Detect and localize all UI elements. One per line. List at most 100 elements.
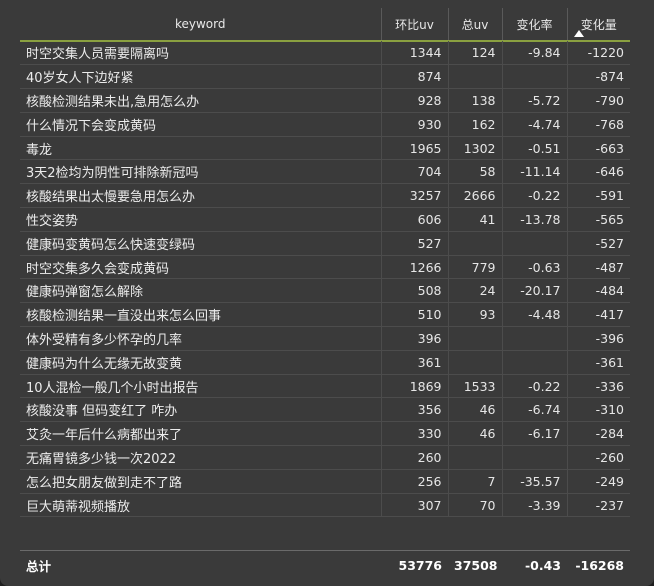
cell-keyword: 巨大萌蒂视频播放 xyxy=(20,493,381,518)
table-row[interactable]: 艾灸一年后什么病都出来了 330 46 -6.17 -284 xyxy=(20,421,630,447)
cell-rate: -0.51 xyxy=(501,136,567,161)
table-row[interactable]: 核酸检测结果一直没出来怎么回事 510 93 -4.48 -417 xyxy=(20,302,630,328)
table-row[interactable]: 健康码弹窗怎么解除 508 24 -20.17 -484 xyxy=(20,278,630,304)
cell-uv-prev: 1869 xyxy=(380,374,448,399)
table-row[interactable]: 性交姿势 606 41 -13.78 -565 xyxy=(20,207,630,232)
cell-uv-total xyxy=(447,64,502,90)
cell-uv-prev: 256 xyxy=(380,469,448,494)
sort-ascending-icon xyxy=(573,30,584,37)
table-row[interactable]: 无痛胃镜多少钱一次2022 260 -260 xyxy=(20,445,630,470)
cell-delta: -874 xyxy=(566,64,630,90)
table-row[interactable]: 巨大萌蒂视频播放 307 70 -3.39 -237 xyxy=(20,493,630,518)
column-header-uv-prev[interactable]: 环比uv xyxy=(380,8,448,42)
cell-uv-total: 779 xyxy=(447,255,502,280)
table-row[interactable]: 时空交集人员需要隔离吗 1344 124 -9.84 -1220 xyxy=(20,41,630,66)
table-row[interactable]: 体外受精有多少怀孕的几率 396 -396 xyxy=(20,326,630,351)
cell-rate: -0.22 xyxy=(501,374,567,399)
cell-rate: -0.22 xyxy=(501,183,567,209)
cell-delta: -249 xyxy=(566,469,630,494)
cell-uv-prev: 527 xyxy=(380,231,448,256)
cell-uv-total: 41 xyxy=(447,207,502,232)
table-row[interactable]: 40岁女人下边好紧 874 -874 xyxy=(20,64,630,90)
table-row[interactable]: 怎么把女朋友做到走不了路 256 7 -35.57 -249 xyxy=(20,469,630,494)
cell-keyword: 健康码弹窗怎么解除 xyxy=(20,278,381,304)
cell-uv-prev: 356 xyxy=(380,397,448,423)
cell-delta: -237 xyxy=(566,493,630,518)
cell-delta: -310 xyxy=(566,397,630,423)
cell-uv-prev: 606 xyxy=(380,207,448,232)
cell-uv-prev: 3257 xyxy=(380,183,448,209)
footer-delta: -16268 xyxy=(575,557,624,573)
column-header-rate[interactable]: 变化率 xyxy=(501,8,567,42)
cell-delta: -768 xyxy=(566,112,630,137)
cell-delta: -527 xyxy=(566,231,630,256)
cell-keyword: 健康码为什么无缘无故变黄 xyxy=(20,350,381,375)
cell-rate: -4.48 xyxy=(501,302,567,328)
cell-uv-prev: 704 xyxy=(380,159,448,185)
table-row[interactable]: 核酸检测结果未出,急用怎么办 928 138 -5.72 -790 xyxy=(20,88,630,113)
cell-rate: -3.39 xyxy=(501,493,567,518)
cell-delta: -646 xyxy=(566,159,630,185)
table-row[interactable]: 时空交集多久会变成黄码 1266 779 -0.63 -487 xyxy=(20,255,630,280)
cell-keyword: 核酸没事 但码变红了 咋办 xyxy=(20,397,381,423)
cell-uv-prev: 874 xyxy=(380,64,448,90)
cell-uv-prev: 1266 xyxy=(380,255,448,280)
cell-keyword: 性交姿势 xyxy=(20,207,381,232)
cell-delta: -663 xyxy=(566,136,630,161)
cell-delta: -487 xyxy=(566,255,630,280)
cell-rate: -4.74 xyxy=(501,112,567,137)
cell-keyword: 核酸检测结果未出,急用怎么办 xyxy=(20,88,381,113)
footer-uv-prev: 53776 xyxy=(398,557,443,573)
column-header-delta-label: 变化量 xyxy=(580,17,617,32)
cell-keyword: 无痛胃镜多少钱一次2022 xyxy=(20,445,381,470)
cell-uv-total: 124 xyxy=(447,41,502,66)
footer-uv-total: 37508 xyxy=(454,557,498,573)
cell-uv-prev: 396 xyxy=(380,326,448,351)
cell-uv-prev: 928 xyxy=(380,88,448,113)
cell-uv-total: 46 xyxy=(447,421,502,447)
cell-rate xyxy=(501,445,567,470)
table-body-scroll[interactable]: 时空交集人员需要隔离吗 1344 124 -9.84 -1220 40岁女人下边好紧 874… xyxy=(20,41,630,550)
table-row[interactable]: 毒龙 1965 1302 -0.51 -663 xyxy=(20,136,630,161)
table-row[interactable]: 10人混检一般几个小时出报告 1869 1533 -0.22 -336 xyxy=(20,374,630,399)
cell-rate: -9.84 xyxy=(501,41,567,66)
cell-keyword: 艾灸一年后什么病都出来了 xyxy=(20,421,381,447)
cell-keyword: 核酸结果出太慢要急用怎么办 xyxy=(20,183,381,209)
cell-keyword: 核酸检测结果一直没出来怎么回事 xyxy=(20,302,381,328)
table-row[interactable]: 什么情况下会变成黄码 930 162 -4.74 -768 xyxy=(20,112,630,137)
cell-uv-prev: 508 xyxy=(380,278,448,304)
cell-uv-prev: 510 xyxy=(380,302,448,328)
cell-uv-total xyxy=(447,326,502,351)
cell-uv-prev: 1344 xyxy=(380,41,448,66)
column-header-keyword[interactable]: keyword xyxy=(20,8,381,42)
cell-delta: -1220 xyxy=(566,41,630,66)
table-footer-total: 总计 53776 37508 -0.43 -16268 xyxy=(20,550,630,579)
cell-uv-total: 138 xyxy=(447,88,502,113)
cell-uv-total: 58 xyxy=(447,159,502,185)
table-header: keyword 环比uv 总uv 变化率 变化量 xyxy=(20,8,630,42)
cell-keyword: 什么情况下会变成黄码 xyxy=(20,112,381,137)
column-header-uv-total[interactable]: 总uv xyxy=(447,8,502,42)
table-row[interactable]: 核酸没事 但码变红了 咋办 356 46 -6.74 -310 xyxy=(20,397,630,423)
cell-uv-prev: 361 xyxy=(380,350,448,375)
table-row[interactable]: 健康码为什么无缘无故变黄 361 -361 xyxy=(20,350,630,375)
cell-delta: -284 xyxy=(566,421,630,447)
cell-keyword: 3天2检均为阴性可排除新冠吗 xyxy=(20,159,381,185)
cell-uv-prev: 260 xyxy=(380,445,448,470)
cell-delta: -336 xyxy=(566,374,630,399)
cell-uv-total: 7 xyxy=(447,469,502,494)
cell-uv-total: 1302 xyxy=(447,136,502,161)
data-table: 时空交集人员需要隔离吗 1344 124 -9.84 -1220 40岁女人下边好紧 874… xyxy=(20,41,630,518)
table-row[interactable]: 核酸结果出太慢要急用怎么办 3257 2666 -0.22 -591 xyxy=(20,183,630,209)
cell-keyword: 体外受精有多少怀孕的几率 xyxy=(20,326,381,351)
column-header-delta[interactable]: 变化量 xyxy=(566,8,630,42)
cell-rate xyxy=(501,350,567,375)
cell-uv-total: 162 xyxy=(447,112,502,137)
cell-keyword: 毒龙 xyxy=(20,136,381,161)
table-row[interactable]: 健康码变黄码怎么快速变绿码 527 -527 xyxy=(20,231,630,256)
cell-rate: -0.63 xyxy=(501,255,567,280)
cell-uv-total xyxy=(447,445,502,470)
report-panel: keyword 环比uv 总uv 变化率 变化量 时空交集人员需要隔离吗 1344… xyxy=(0,0,654,586)
table-row[interactable]: 3天2检均为阴性可排除新冠吗 704 58 -11.14 -646 xyxy=(20,159,630,185)
cell-uv-total: 70 xyxy=(447,493,502,518)
